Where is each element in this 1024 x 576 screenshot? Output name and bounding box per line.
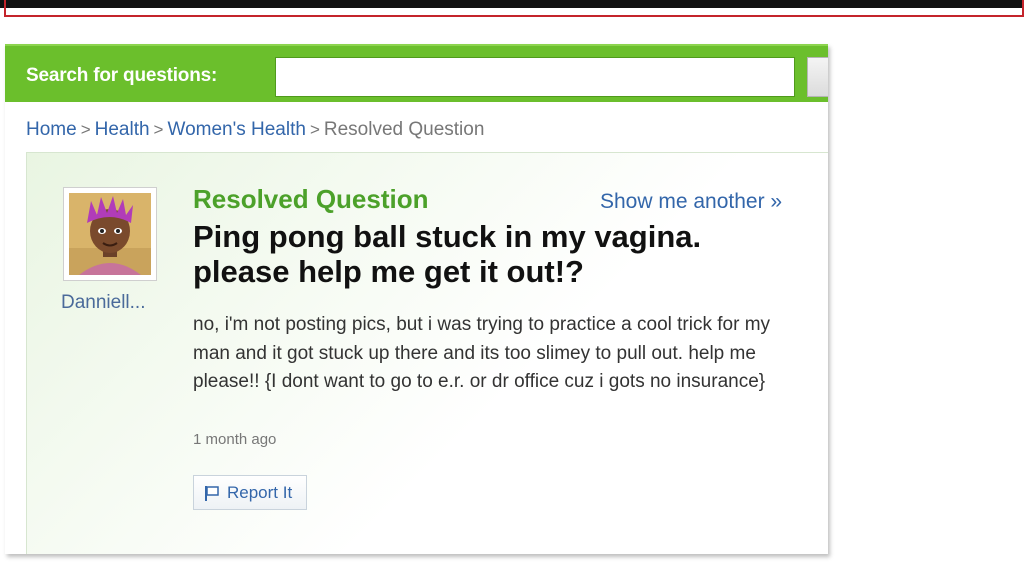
top-cropped-banner: [0, 0, 1024, 18]
question-body: no, i'm not posting pics, but i was tryi…: [193, 314, 771, 392]
banner-red-border: [4, 0, 1024, 17]
breadcrumb-separator: >: [153, 120, 164, 139]
search-bar: Search for questions:: [5, 44, 828, 102]
question-title: Ping pong ball stuck in my vagina. pleas…: [193, 219, 702, 289]
search-input[interactable]: [275, 57, 795, 97]
flag-icon: [203, 484, 221, 502]
question-timestamp: 1 month ago: [193, 431, 277, 448]
search-label: Search for questions:: [26, 65, 218, 86]
show-another-link[interactable]: Show me another »: [600, 190, 782, 214]
question-status: Resolved Question: [193, 184, 429, 214]
report-label: Report It: [227, 482, 293, 502]
question-page-panel: Search for questions: Home > Health > Women'…: [5, 44, 828, 554]
username-link[interactable]: Danniell...: [61, 292, 146, 314]
breadcrumb-separator: >: [309, 120, 320, 139]
breadcrumb-separator: >: [80, 120, 91, 139]
breadcrumb-womens-health[interactable]: Women's Health: [167, 119, 305, 140]
breadcrumb-home[interactable]: Home: [26, 119, 77, 140]
cartoon-avatar-icon: [69, 193, 151, 275]
avatar[interactable]: [63, 187, 157, 281]
search-button[interactable]: [807, 57, 828, 97]
breadcrumb-health[interactable]: Health: [95, 119, 150, 140]
question-box: Danniell... Resolved Question Show me an…: [26, 152, 828, 554]
breadcrumb-current: Resolved Question: [323, 119, 485, 140]
report-button[interactable]: Report It: [193, 475, 307, 510]
breadcrumb: Home > Health > Women's Health > Resolved Ques…: [26, 119, 484, 141]
